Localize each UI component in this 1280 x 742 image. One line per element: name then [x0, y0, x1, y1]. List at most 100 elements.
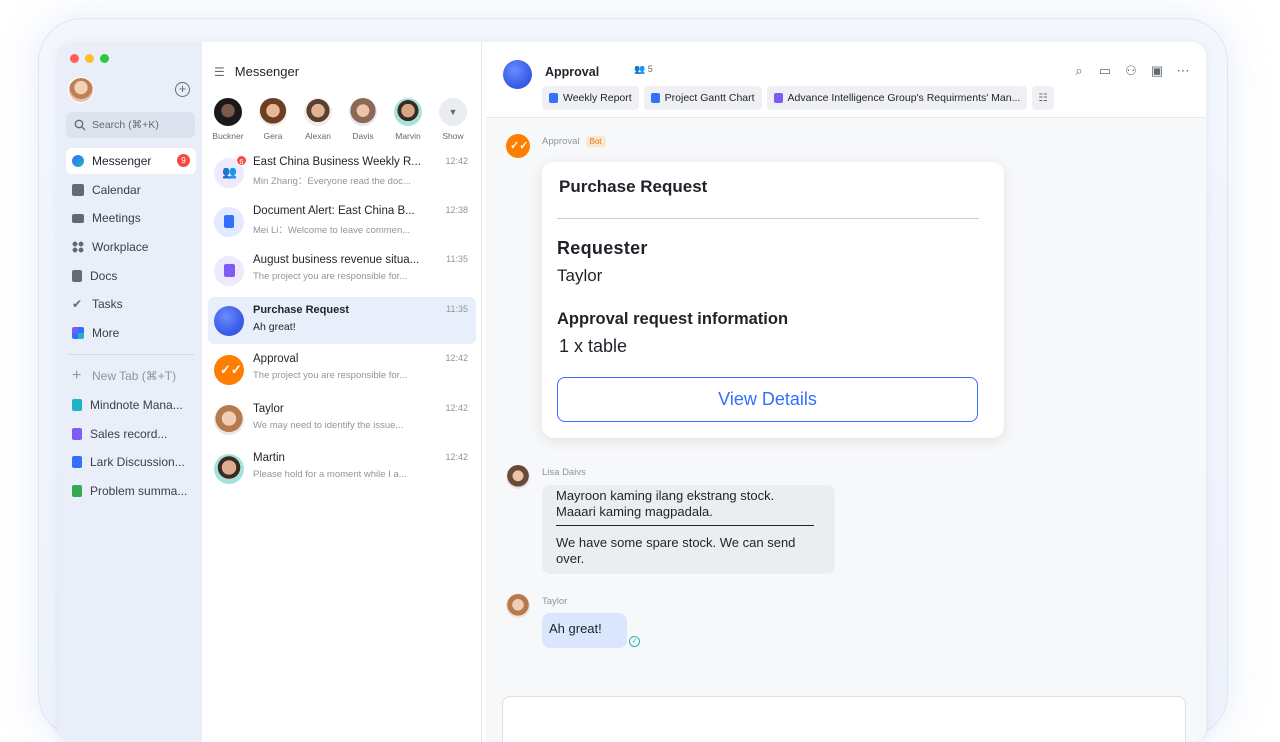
member-count[interactable]: 👥 5 [634, 64, 653, 75]
new-tab-button[interactable]: + New Tab (⌘+T) [66, 363, 196, 389]
chat-preview: The project you are responsible for... [253, 370, 408, 381]
avatar [214, 454, 244, 484]
tab-sales-record[interactable]: Sales record... [66, 421, 196, 447]
sender-name: Approval [542, 136, 580, 147]
chat-title: Purchase Request [253, 304, 349, 316]
card-divider [557, 218, 979, 219]
show-more-contacts[interactable]: ▼ Show [437, 97, 469, 141]
chat-item[interactable]: ✓✓ Approval The project you are responsib… [208, 346, 476, 393]
avatar [303, 97, 333, 127]
nav-item-more[interactable]: More [66, 320, 196, 346]
info-value: 1 x table [559, 336, 628, 356]
chat-preview: Please hold for a moment while I a... [253, 469, 407, 480]
card-title: Purchase Request [559, 177, 708, 196]
calendar-icon[interactable]: ▣ [1150, 63, 1164, 78]
user-avatar[interactable] [68, 77, 94, 103]
sender-avatar[interactable] [506, 465, 530, 489]
video-call-icon[interactable]: ▭ [1098, 63, 1112, 78]
info-label: Approval request information [557, 310, 789, 328]
main-nav: Messenger 9 Calendar Meetings Workplace … [66, 148, 196, 507]
chat-item[interactable]: August business revenue situa... The proj… [208, 247, 476, 294]
search-chat-icon[interactable]: ⌕ [1072, 63, 1086, 78]
pin-requirements[interactable]: Advance Intelligence Group's Requirments… [766, 86, 1028, 110]
chat-time: 12:42 [445, 353, 468, 363]
sheet-icon [214, 256, 244, 286]
panel-title: Messenger [234, 64, 300, 79]
pin-gantt-chart[interactable]: Project Gantt Chart [643, 86, 762, 110]
search-box[interactable]: Search (⌘+K) [66, 112, 195, 138]
pin-settings-button[interactable]: ☷ [1032, 86, 1054, 110]
nav-item-messenger[interactable]: Messenger 9 [66, 148, 196, 174]
approval-bot-avatar[interactable]: ✓✓ [506, 134, 530, 158]
nav-item-calendar[interactable]: Calendar [66, 177, 196, 203]
chat-item[interactable]: Taylor We may need to identify the issue.… [208, 396, 476, 443]
message-bubble[interactable]: Mayroon kaming ilang ekstrang stock. Maa… [542, 485, 835, 574]
app-window: + Search (⌘+K) Messenger 9 Calendar Meet… [58, 42, 1206, 742]
chat-preview: Ah great! [253, 321, 296, 333]
mindnote-icon [72, 398, 82, 411]
tab-mindnote[interactable]: Mindnote Mana... [66, 392, 196, 418]
maximize-window-button[interactable] [100, 54, 109, 63]
nav-item-tasks[interactable]: ✔ Tasks [66, 291, 196, 317]
collapse-icon[interactable]: ☰ [214, 65, 225, 79]
check-icon: ✔ [72, 297, 83, 312]
chat-title: Taylor [253, 403, 284, 415]
avatar [214, 405, 244, 435]
chat-preview: The project you are responsible for... [253, 271, 408, 282]
chat-item[interactable]: Martin Please hold for a moment while I a… [208, 445, 476, 492]
grid-icon [72, 241, 84, 254]
table-icon [72, 484, 82, 497]
nav-label: Calendar [92, 182, 141, 197]
chat-title: Approval [253, 353, 299, 365]
contact-alexan[interactable]: Alexan [302, 97, 334, 141]
add-member-icon[interactable]: ⚇ [1124, 63, 1138, 78]
chat-title: August business revenue situa... [253, 254, 420, 266]
window-controls [70, 54, 109, 63]
tab-lark-discussion[interactable]: Lark Discussion... [66, 449, 196, 475]
nav-label: Docs [90, 268, 118, 283]
minimize-window-button[interactable] [85, 54, 94, 63]
nav-label: Meetings [92, 211, 141, 226]
doc-icon [214, 207, 244, 237]
plus-icon: + [72, 367, 82, 385]
contact-gera[interactable]: Gera [257, 97, 289, 141]
requester-value: Taylor [557, 266, 603, 285]
nav-item-workplace[interactable]: Workplace [66, 234, 196, 260]
view-details-button[interactable]: View Details [557, 377, 978, 422]
close-window-button[interactable] [70, 54, 79, 63]
doc-icon [72, 456, 82, 469]
video-icon [72, 213, 84, 223]
chat-item[interactable]: 👥 6 East China Business Weekly R... Min Zh… [208, 149, 476, 196]
more-icon[interactable]: ⋯ [1176, 63, 1190, 78]
sheet-icon [72, 427, 82, 440]
contact-davis[interactable]: Davis [347, 97, 379, 141]
left-rail: + Search (⌘+K) Messenger 9 Calendar Meet… [58, 42, 202, 742]
nav-label: More [92, 326, 120, 341]
nav-item-meetings[interactable]: Meetings [66, 205, 196, 231]
chat-name[interactable]: Approval [545, 65, 599, 79]
pin-weekly-report[interactable]: Weekly Report [542, 86, 639, 110]
chat-item-selected[interactable]: Purchase Request Ah great! 11:35 [208, 297, 476, 344]
avatar [213, 97, 243, 127]
message-input[interactable] [502, 696, 1186, 742]
tab-problem-summary[interactable]: Problem summa... [66, 478, 196, 504]
approval-card: Purchase Request Requester Taylor Approv… [542, 162, 1004, 438]
chat-item[interactable]: Document Alert: East China B... Mei Li：We… [208, 198, 476, 245]
group-avatar[interactable] [503, 60, 532, 89]
sender-avatar[interactable] [506, 594, 530, 618]
contact-marvin[interactable]: Marvin [392, 97, 424, 141]
avatar [393, 97, 423, 127]
add-button[interactable]: + [175, 82, 190, 97]
nav-item-docs[interactable]: Docs [66, 263, 196, 289]
member-count-value: 5 [647, 64, 653, 74]
unread-badge: 9 [177, 154, 190, 167]
header-actions: ⌕ ▭ ⚇ ▣ ⋯ [1072, 63, 1190, 78]
message-bubble[interactable]: Ah great! [542, 613, 627, 648]
docs-icon [72, 269, 82, 282]
contact-buckner[interactable]: Buckner [212, 97, 244, 141]
sheet-icon [773, 93, 783, 103]
new-tab-label: New Tab (⌘+T) [92, 369, 177, 384]
search-placeholder: Search (⌘+K) [92, 119, 159, 131]
doc-icon [549, 93, 558, 103]
chat-main: Approval 👥 5 ⌕ ▭ ⚇ ▣ ⋯ Weekly Report Pro… [486, 42, 1206, 742]
